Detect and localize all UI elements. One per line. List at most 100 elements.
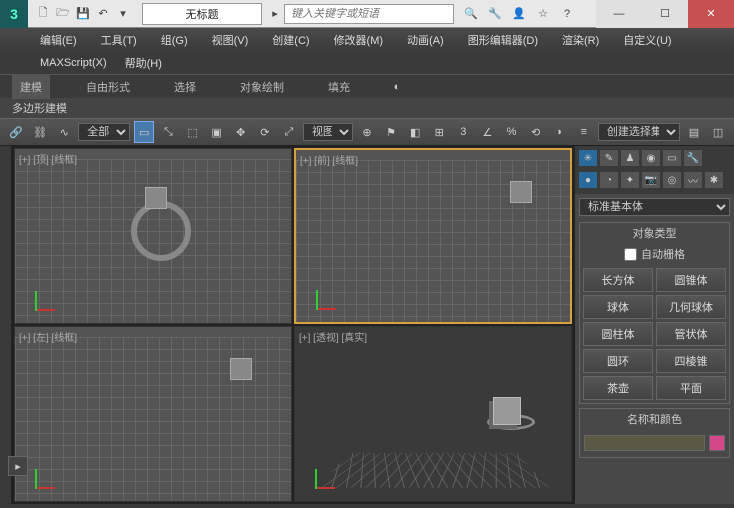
viewport-left[interactable]: [+] [左] [线框] bbox=[14, 326, 292, 502]
snap-icon[interactable]: ⊞ bbox=[429, 121, 449, 143]
primitive-type-select[interactable]: 标准基本体 bbox=[579, 198, 730, 216]
object-box[interactable] bbox=[145, 187, 167, 209]
tab-fill[interactable]: 填充 bbox=[320, 75, 358, 99]
geometry-icon[interactable]: ● bbox=[579, 172, 597, 188]
plane-button[interactable]: 平面 bbox=[656, 376, 726, 400]
close-button[interactable]: ✕ bbox=[688, 0, 734, 28]
menu-group[interactable]: 组(G) bbox=[161, 32, 188, 48]
modify-tab-icon[interactable]: ✎ bbox=[600, 150, 618, 166]
snap3-icon[interactable]: 3 bbox=[453, 121, 473, 143]
select-name-icon[interactable]: ⤡ bbox=[158, 121, 178, 143]
menu-animation[interactable]: 动画(A) bbox=[407, 32, 444, 48]
object-box[interactable] bbox=[493, 397, 521, 425]
spacewarp-icon[interactable]: 〰 bbox=[684, 172, 702, 188]
scale-icon[interactable]: ⤢ bbox=[279, 121, 299, 143]
pyramid-button[interactable]: 四棱锥 bbox=[656, 349, 726, 373]
region-icon[interactable]: ⬚ bbox=[182, 121, 202, 143]
play-button[interactable]: ▸ bbox=[8, 456, 28, 476]
redo-icon[interactable]: ▾ bbox=[114, 5, 132, 23]
menu-edit[interactable]: 编辑(E) bbox=[40, 32, 77, 48]
box-button[interactable]: 长方体 bbox=[583, 268, 653, 292]
manip-icon[interactable]: ⚑ bbox=[381, 121, 401, 143]
angle-snap-icon[interactable]: ∠ bbox=[477, 121, 497, 143]
object-box[interactable] bbox=[230, 358, 252, 380]
menu-modifiers[interactable]: 修改器(M) bbox=[334, 32, 384, 48]
title-dropdown-icon[interactable]: ▸ bbox=[266, 5, 284, 23]
pivot-icon[interactable]: ⊕ bbox=[357, 121, 377, 143]
shapes-icon[interactable]: ◔ bbox=[600, 172, 618, 188]
display-tab-icon[interactable]: ▭ bbox=[663, 150, 681, 166]
unlink-icon[interactable]: ⛓ bbox=[30, 121, 50, 143]
section-title[interactable]: 名称和颜色 bbox=[580, 409, 729, 429]
star-icon[interactable]: ☆ bbox=[534, 5, 552, 23]
tube-button[interactable]: 管状体 bbox=[656, 322, 726, 346]
keymode-icon[interactable]: ◧ bbox=[405, 121, 425, 143]
help-icon[interactable]: ? bbox=[558, 5, 576, 23]
hierarchy-tab-icon[interactable]: ♟ bbox=[621, 150, 639, 166]
menu-tools[interactable]: 工具(T) bbox=[101, 32, 137, 48]
teapot-button[interactable]: 茶壶 bbox=[583, 376, 653, 400]
cone-button[interactable]: 圆锥体 bbox=[656, 268, 726, 292]
selection-set-select[interactable]: 创建选择集 bbox=[598, 123, 680, 141]
menu-create[interactable]: 创建(C) bbox=[272, 32, 309, 48]
bind-icon[interactable]: ∿ bbox=[54, 121, 74, 143]
viewport-label[interactable]: [+] [前] [线框] bbox=[300, 152, 358, 167]
layer-icon[interactable]: ▤ bbox=[684, 121, 704, 143]
viewport-label[interactable]: [+] [左] [线框] bbox=[19, 329, 77, 344]
percent-snap-icon[interactable]: % bbox=[502, 121, 522, 143]
utilities-tab-icon[interactable]: 🔧 bbox=[684, 150, 702, 166]
key-icon[interactable]: 🔧 bbox=[486, 5, 504, 23]
app-logo-icon[interactable]: 3 bbox=[0, 0, 28, 28]
menu-custom[interactable]: 自定义(U) bbox=[623, 32, 671, 48]
viewcube-ring[interactable] bbox=[131, 201, 191, 261]
ribbon-toggle-icon[interactable]: ◐ bbox=[386, 76, 408, 98]
tab-select[interactable]: 选择 bbox=[166, 75, 204, 99]
tab-freeform[interactable]: 自由形式 bbox=[78, 75, 138, 99]
object-name-input[interactable] bbox=[584, 435, 705, 451]
rotate-icon[interactable]: ⟳ bbox=[255, 121, 275, 143]
create-tab-icon[interactable]: ✳ bbox=[579, 150, 597, 166]
menu-help[interactable]: 帮助(H) bbox=[125, 55, 162, 71]
minimize-button[interactable]: — bbox=[596, 0, 642, 28]
move-icon[interactable]: ✥ bbox=[231, 121, 251, 143]
viewport-label[interactable]: [+] [透视] [真实] bbox=[299, 329, 367, 344]
maximize-button[interactable]: ☐ bbox=[642, 0, 688, 28]
viewport-front[interactable]: [+] [前] [线框] bbox=[294, 148, 572, 324]
autogrid-checkbox[interactable] bbox=[624, 248, 637, 261]
menu-graph[interactable]: 图形编辑器(D) bbox=[468, 32, 538, 48]
link-icon[interactable]: 🔗 bbox=[6, 121, 26, 143]
user-icon[interactable]: 👤 bbox=[510, 5, 528, 23]
viewport-perspective[interactable]: [+] [透视] [真实] bbox=[294, 326, 572, 502]
helpers-icon[interactable]: ◎ bbox=[663, 172, 681, 188]
systems-icon[interactable]: ✱ bbox=[705, 172, 723, 188]
open-icon[interactable]: 🗁 bbox=[54, 5, 72, 23]
tab-objpaint[interactable]: 对象绘制 bbox=[232, 75, 292, 99]
save-icon[interactable]: 💾 bbox=[74, 5, 92, 23]
binoculars-icon[interactable]: 🔍 bbox=[462, 5, 480, 23]
tab-modeling[interactable]: 建模 bbox=[12, 75, 50, 99]
coord-select[interactable]: 视图 bbox=[303, 123, 353, 141]
viewport-label[interactable]: [+] [顶] [线框] bbox=[19, 151, 77, 166]
color-swatch[interactable] bbox=[709, 435, 725, 451]
cameras-icon[interactable]: 📷 bbox=[642, 172, 660, 188]
new-icon[interactable]: 🗋 bbox=[34, 5, 52, 23]
filter-select[interactable]: 全部 bbox=[78, 123, 130, 141]
motion-tab-icon[interactable]: ◉ bbox=[642, 150, 660, 166]
schematic-icon[interactable]: ◫ bbox=[708, 121, 728, 143]
search-input[interactable] bbox=[284, 4, 454, 24]
undo-icon[interactable]: ↶ bbox=[94, 5, 112, 23]
align-icon[interactable]: ≡ bbox=[574, 121, 594, 143]
sphere-button[interactable]: 球体 bbox=[583, 295, 653, 319]
torus-button[interactable]: 圆环 bbox=[583, 349, 653, 373]
lights-icon[interactable]: ✦ bbox=[621, 172, 639, 188]
spinner-snap-icon[interactable]: ⟲ bbox=[526, 121, 546, 143]
geosphere-button[interactable]: 几何球体 bbox=[656, 295, 726, 319]
object-box[interactable] bbox=[510, 181, 532, 203]
mirror-icon[interactable]: ◗ bbox=[550, 121, 570, 143]
ribbon-subtab[interactable]: 多边形建模 bbox=[0, 98, 734, 118]
cylinder-button[interactable]: 圆柱体 bbox=[583, 322, 653, 346]
viewport-top[interactable]: [+] [顶] [线框] bbox=[14, 148, 292, 324]
menu-maxscript[interactable]: MAXScript(X) bbox=[40, 57, 107, 69]
section-title[interactable]: 对象类型 bbox=[580, 223, 729, 243]
window-icon[interactable]: ▣ bbox=[207, 121, 227, 143]
